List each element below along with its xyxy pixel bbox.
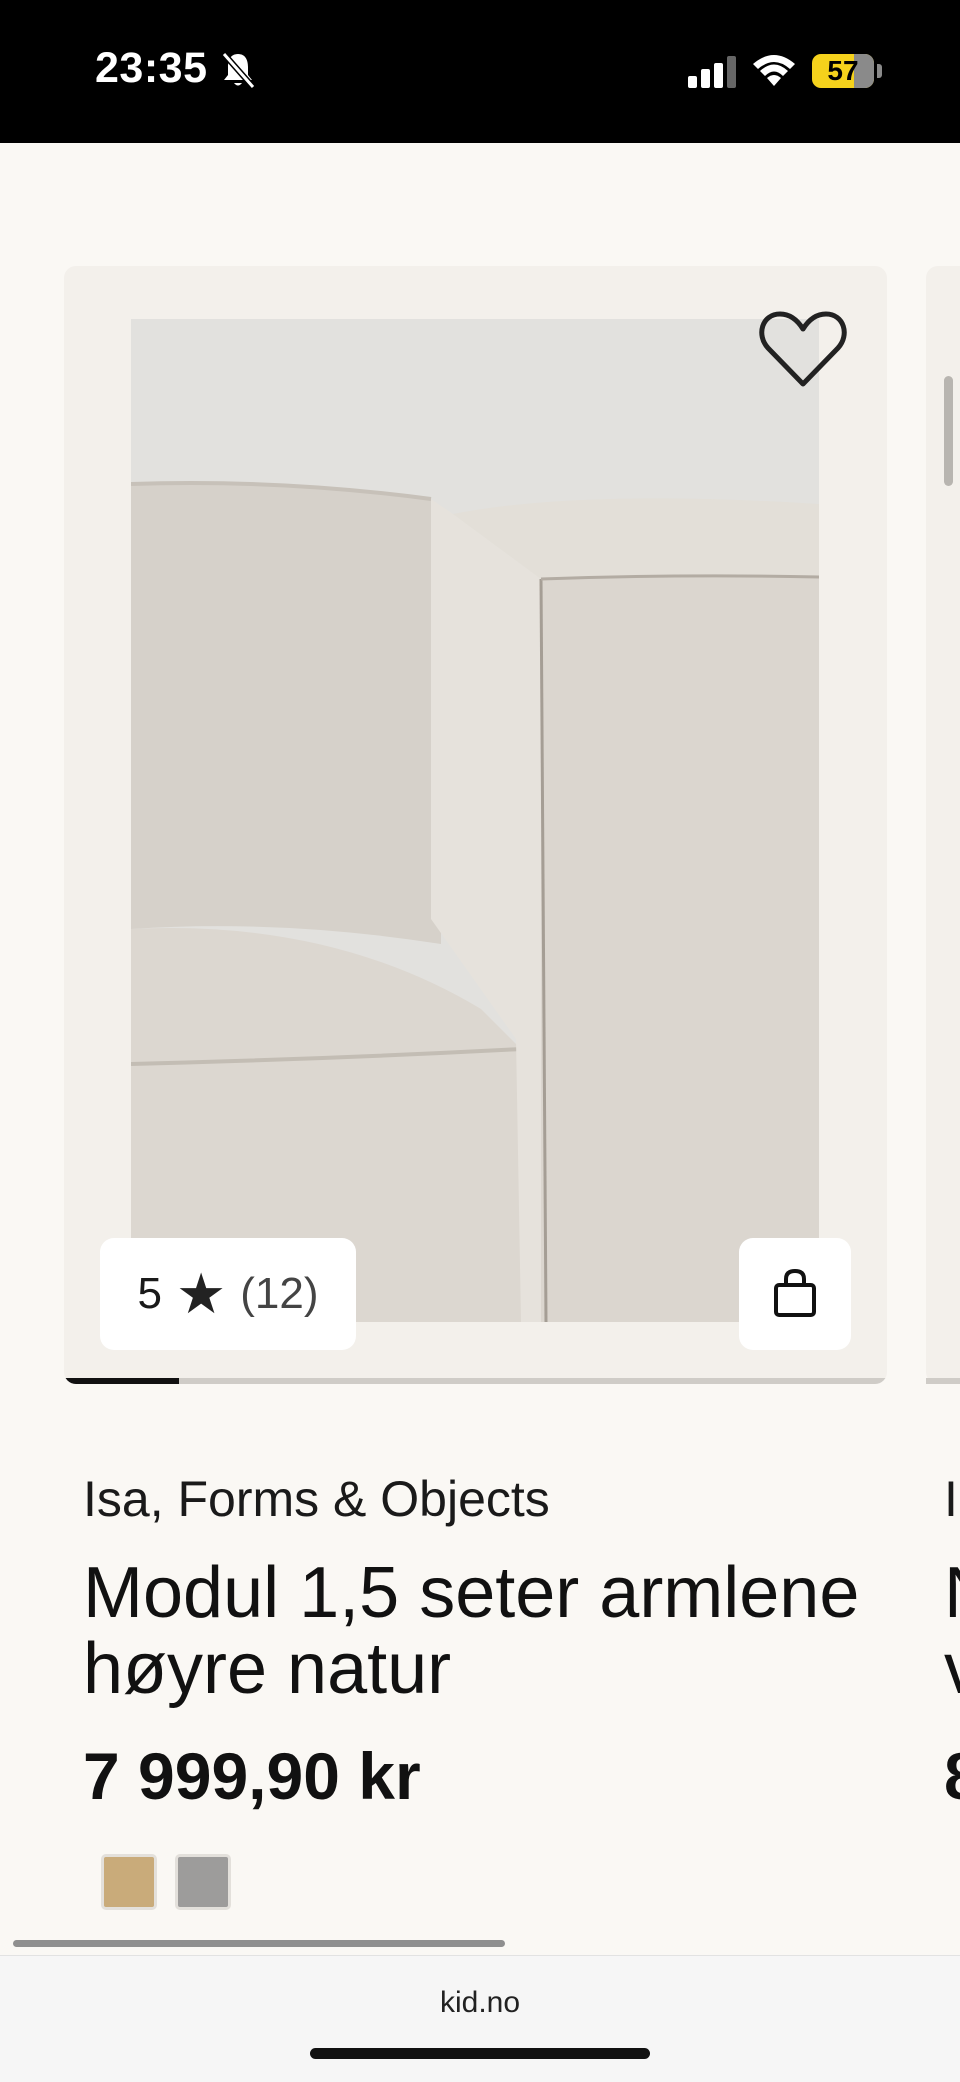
wifi-icon — [753, 55, 795, 86]
product-card[interactable]: 5 ★ (12) — [64, 266, 887, 1384]
battery-level: 57 — [827, 55, 859, 86]
product-image[interactable] — [131, 319, 819, 1322]
browser-address-bar[interactable]: kid.no — [0, 1955, 960, 2082]
vertical-scrollbar[interactable] — [944, 376, 953, 486]
add-to-cart-button[interactable] — [739, 1238, 851, 1350]
heart-icon[interactable] — [758, 308, 848, 390]
status-bar: 23:35 57 — [0, 0, 960, 143]
image-progress-indicator — [64, 1378, 180, 1384]
next-product-name-line1: N — [944, 1555, 960, 1631]
product-name[interactable]: Modul 1,5 seter armlene høyre natur — [83, 1555, 883, 1707]
next-product-name[interactable]: N v — [944, 1555, 960, 1707]
url-text[interactable]: kid.no — [0, 1986, 960, 2020]
product-brand[interactable]: Isa, Forms & Objects — [83, 1470, 550, 1528]
rating-value: 5 — [137, 1269, 163, 1318]
image-progress-track — [64, 1378, 887, 1384]
next-product-card[interactable] — [926, 266, 960, 1384]
bell-slash-icon — [221, 52, 256, 89]
next-product-name-line2: v — [944, 1631, 960, 1707]
product-price: 7 999,90 kr — [83, 1739, 421, 1813]
home-indicator[interactable] — [310, 2048, 650, 2059]
shopping-bag-icon — [774, 1268, 816, 1317]
color-swatch-beige[interactable] — [101, 1854, 157, 1910]
battery-icon: 57 — [812, 54, 874, 88]
next-product-price: 8 — [944, 1738, 960, 1814]
next-card-progress — [926, 1378, 960, 1384]
rating-count: (12) — [240, 1269, 319, 1318]
rating-badge: 5 ★ (12) — [100, 1238, 356, 1350]
battery-tip — [877, 64, 882, 78]
star-icon: ★ — [176, 1262, 227, 1325]
horizontal-scrollbar[interactable] — [13, 1940, 505, 1947]
next-product-brand[interactable]: I — [944, 1470, 958, 1528]
color-swatch-grey[interactable] — [175, 1854, 231, 1910]
status-time: 23:35 — [95, 44, 208, 92]
cellular-signal-icon — [688, 56, 736, 88]
